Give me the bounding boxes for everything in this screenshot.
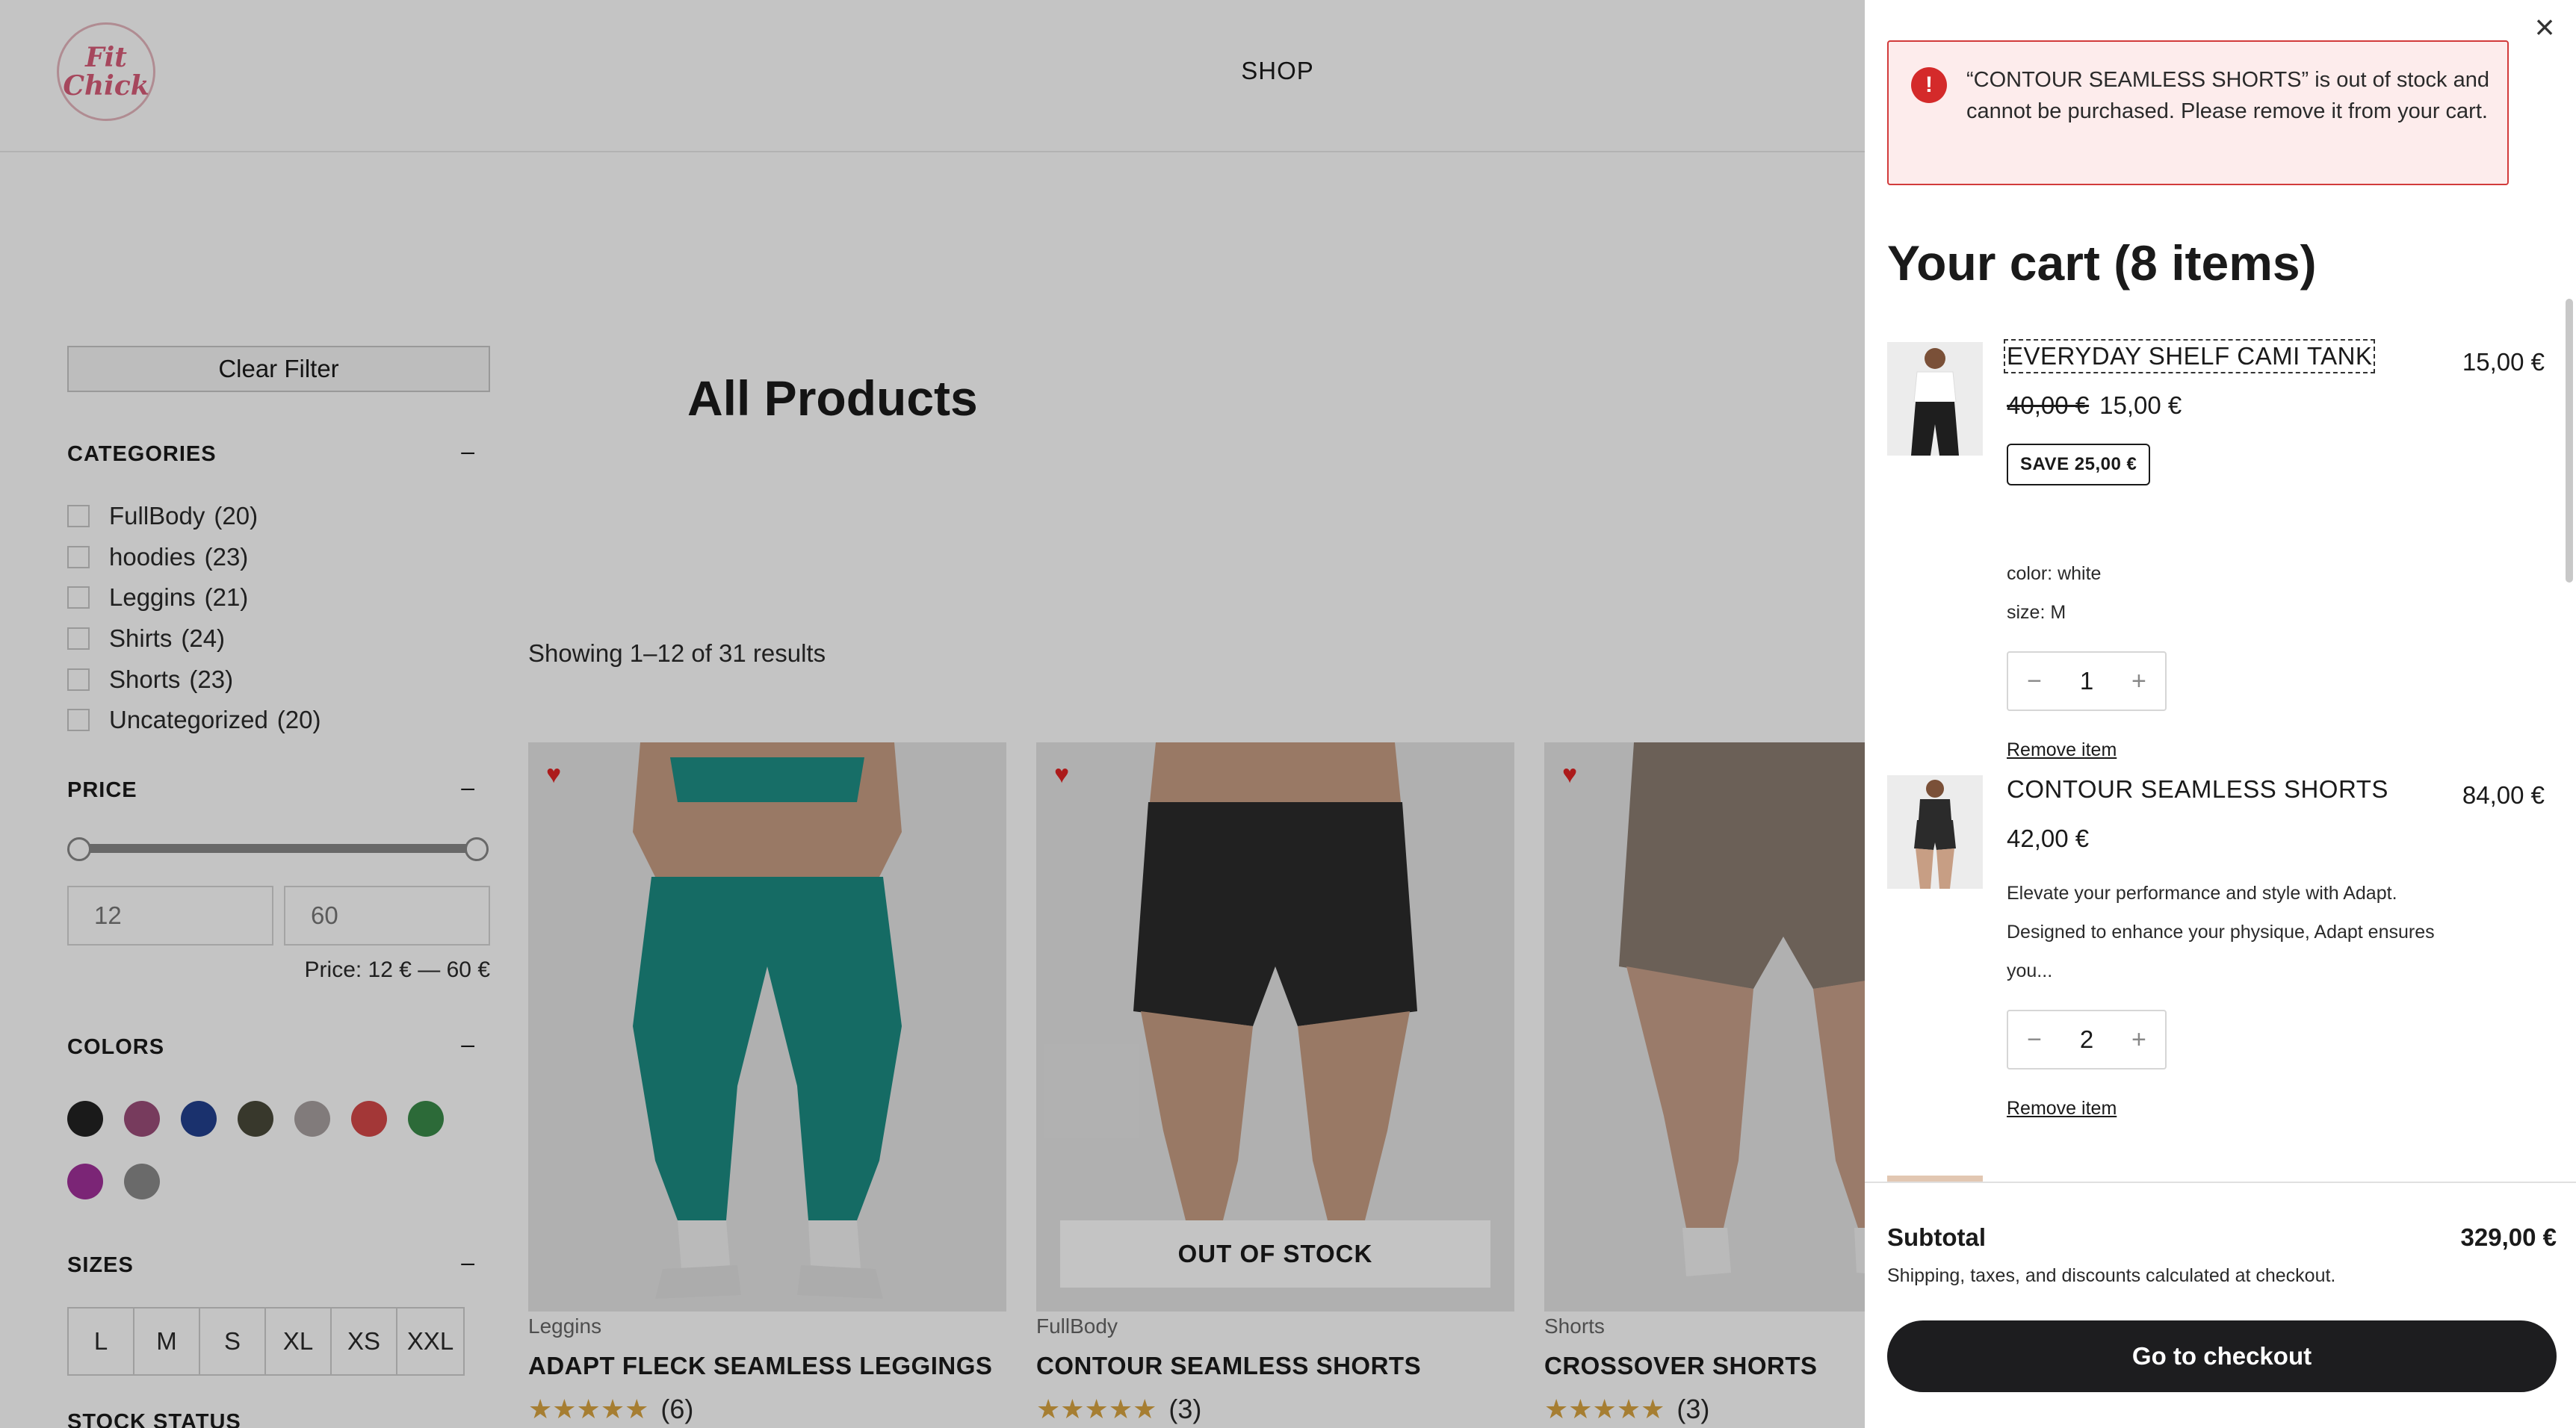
error-icon: ! [1911,67,1947,103]
cart-item-name[interactable]: CONTOUR SEAMLESS SHORTS [2007,775,2388,804]
quantity-value[interactable]: 2 [2080,1025,2093,1054]
alert-message: “CONTOUR SEAMLESS SHORTS” is out of stoc… [1966,68,2489,123]
checkout-button[interactable]: Go to checkout [1887,1320,2557,1392]
description-line: you... [2007,960,2053,981]
cart-item-line-total: 84,00 € [2462,781,2545,809]
unit-price: 15,00 € [2099,391,2182,419]
subtotal-value: 329,00 € [2460,1223,2557,1251]
cart-item-name[interactable]: EVERYDAY SHELF CAMI TANK [2003,339,2376,373]
cart-item-thumbnail[interactable] [1887,1176,1983,1182]
increase-quantity-button[interactable]: + [2128,667,2150,696]
description-line: Designed to enhance your physique, Adapt… [2007,922,2435,943]
quantity-stepper: − 1 + [2007,651,2167,711]
item-color: color: white [2007,563,2102,584]
cart-item-thumbnail[interactable] [1887,775,1983,889]
description-line: Elevate your performance and style with … [2007,883,2397,904]
cart-item [1887,1176,2545,1182]
cart-footer: Subtotal 329,00 € Shipping, taxes, and d… [1865,1182,2576,1428]
cart-items: EVERYDAY SHELF CAMI TANK 15,00 € 40,00 €… [1865,299,2576,1182]
remove-item-link[interactable]: Remove item [2007,739,2117,761]
subtotal-label: Subtotal [1887,1223,1986,1251]
original-price: 40,00 € [2007,391,2090,419]
close-icon[interactable]: × [2530,10,2560,44]
cami-tank-photo [1887,342,1983,456]
increase-quantity-button[interactable]: + [2128,1025,2150,1055]
decrease-quantity-button[interactable]: − [2023,1025,2046,1055]
cart-item: EVERYDAY SHELF CAMI TANK 15,00 € 40,00 €… [1887,339,2545,760]
unit-price: 42,00 € [2007,825,2090,852]
quantity-value[interactable]: 1 [2080,667,2093,695]
shipping-note: Shipping, taxes, and discounts calculate… [1887,1265,2336,1286]
cart-drawer: × ! “CONTOUR SEAMLESS SHORTS” is out of … [1865,0,2576,1428]
item-description: Elevate your performance and style with … [2007,874,2455,990]
save-badge: SAVE 25,00 € [2007,444,2151,485]
drawer-backdrop[interactable] [0,0,1865,1428]
quantity-stepper: − 2 + [2007,1010,2167,1070]
shorts-thumb-photo [1887,775,1983,889]
item-size: size: M [2007,602,2066,623]
cart-item-pricing: 40,00 € 15,00 € [2007,391,2182,420]
out-of-stock-alert: ! “CONTOUR SEAMLESS SHORTS” is out of st… [1887,40,2509,185]
cart-item-line-total: 15,00 € [2462,348,2545,376]
cart-item-thumbnail[interactable] [1887,342,1983,456]
cart-item-pricing: 42,00 € [2007,825,2089,853]
remove-item-link[interactable]: Remove item [2007,1098,2117,1120]
cart-title: Your cart (8 items) [1887,235,2317,291]
cart-item: CONTOUR SEAMLESS SHORTS 84,00 € 42,00 € … [1887,775,2545,1182]
decrease-quantity-button[interactable]: − [2023,667,2046,696]
